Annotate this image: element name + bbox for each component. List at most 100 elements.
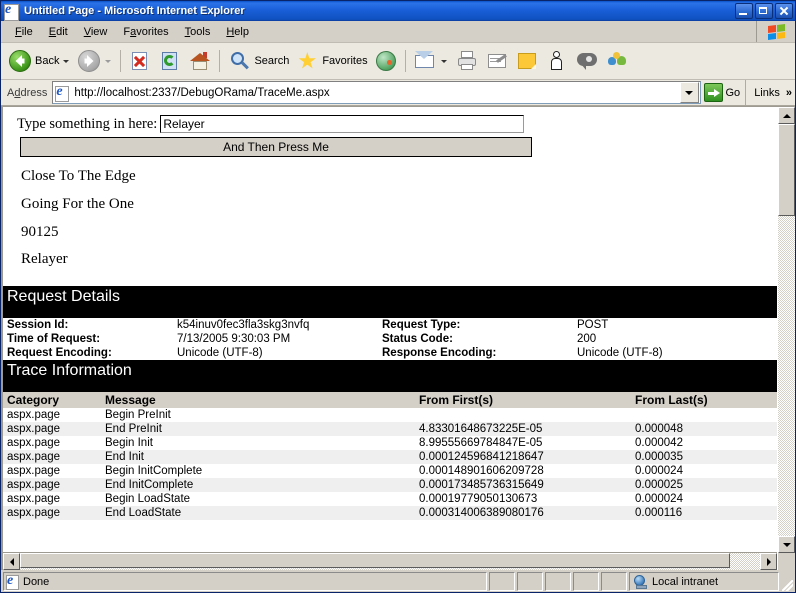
table-row: aspx.page Begin PreInit: [3, 408, 777, 422]
horizontal-scroll-thumb: [20, 553, 730, 568]
menu-items: File Edit View Favorites Tools Help: [1, 24, 756, 40]
menu-help-rest: elp: [234, 26, 249, 38]
table-row: aspx.page End PreInit 4.83301648673225E-…: [3, 422, 777, 436]
detail-value: k54inuv0fec3fla3skg3nvfq: [177, 318, 382, 332]
cell-from-first: 0.000148901606209728: [415, 464, 631, 478]
cell-category: aspx.page: [3, 436, 101, 450]
status-pane-4: [573, 572, 599, 591]
menu-item-favorites[interactable]: Favorites: [115, 24, 176, 40]
links-button[interactable]: Links »: [745, 80, 795, 105]
cell-message: Begin InitComplete: [101, 464, 415, 478]
cell-category: aspx.page: [3, 464, 101, 478]
cell-message: Begin Init: [101, 436, 415, 450]
window-controls: [735, 3, 793, 19]
vertical-scrollbar[interactable]: [777, 107, 795, 570]
detail-key: Request Type:: [382, 318, 577, 332]
vertical-scroll-thumb: [778, 124, 795, 216]
go-button[interactable]: Go: [701, 82, 746, 104]
address-dropdown-button[interactable]: [680, 82, 699, 103]
detail-key: Request Encoding:: [3, 346, 177, 360]
menu-file-rest: ile: [22, 26, 33, 38]
detail-value: 200: [577, 332, 777, 346]
search-button[interactable]: Search: [224, 45, 292, 77]
toolbar: Back: [1, 43, 795, 80]
request-details-table: Session Id: k54inuv0fec3fla3skg3nvfq Req…: [3, 318, 777, 360]
table-row: aspx.page End InitComplete 0.00017348573…: [3, 478, 777, 492]
close-button[interactable]: [775, 3, 793, 19]
status-pane-1: [489, 572, 515, 591]
favorites-star-icon: [295, 49, 319, 73]
cell-category: aspx.page: [3, 492, 101, 506]
vertical-scroll-track[interactable]: [778, 124, 795, 536]
notes-button[interactable]: [512, 45, 542, 77]
forward-icon: [77, 49, 101, 73]
back-button[interactable]: Back: [5, 45, 74, 77]
address-input[interactable]: http://localhost:2337/DebugORama/TraceMe…: [52, 81, 700, 104]
menu-bar: File Edit View Favorites Tools Help: [1, 21, 795, 43]
submit-button[interactable]: And Then Press Me: [20, 137, 532, 157]
links-overflow-icon[interactable]: »: [786, 87, 792, 99]
cell-category: aspx.page: [3, 506, 101, 520]
content-area: Type something in here: And Then Press M…: [1, 106, 795, 570]
menu-item-view[interactable]: View: [76, 24, 116, 40]
trace-information-heading: Trace Information: [3, 360, 777, 392]
cell-from-first: 0.000314006389080176: [415, 506, 631, 520]
home-icon: [188, 49, 212, 73]
request-details-heading: Request Details: [3, 286, 777, 318]
resize-grip[interactable]: [779, 572, 795, 592]
back-dropdown-icon[interactable]: [63, 60, 69, 63]
status-pane-3: [545, 572, 571, 591]
table-row: Time of Request: 7/13/2005 9:30:03 PM St…: [3, 332, 777, 346]
media-button[interactable]: [371, 45, 401, 77]
ie-document-icon-address: [55, 85, 71, 101]
menu-tools-rest: ools: [190, 26, 210, 38]
groups-button[interactable]: [602, 45, 632, 77]
menu-item-file[interactable]: File: [7, 24, 41, 40]
security-zone-text: Local intranet: [652, 576, 718, 588]
column-header-from-first: From First(s): [415, 392, 631, 408]
media-icon: [374, 49, 398, 73]
forward-dropdown-icon[interactable]: [105, 60, 111, 63]
detail-value: Unicode (UTF-8): [577, 346, 777, 360]
security-zone-pane[interactable]: Local intranet: [629, 572, 779, 591]
column-header-message: Message: [101, 392, 415, 408]
text-input[interactable]: [160, 115, 524, 133]
mail-button[interactable]: [410, 45, 452, 77]
refresh-button[interactable]: [155, 45, 185, 77]
scroll-left-button[interactable]: [3, 553, 20, 570]
scroll-down-button[interactable]: [778, 536, 795, 553]
menu-item-help[interactable]: Help: [218, 24, 257, 40]
print-button[interactable]: [452, 45, 482, 77]
horizontal-scroll-track[interactable]: [20, 553, 760, 570]
forward-button[interactable]: [74, 45, 116, 77]
menu-item-edit[interactable]: Edit: [41, 24, 76, 40]
local-intranet-globe-icon: [633, 574, 648, 589]
title-bar: Untitled Page - Microsoft Internet Explo…: [1, 1, 795, 21]
favorites-label: Favorites: [322, 55, 367, 67]
detail-key: Response Encoding:: [382, 346, 577, 360]
detail-value: POST: [577, 318, 777, 332]
scroll-right-button[interactable]: [760, 553, 777, 570]
minimize-button[interactable]: [735, 3, 753, 19]
mail-dropdown-icon[interactable]: [441, 60, 447, 63]
cell-message: Begin LoadState: [101, 492, 415, 506]
cell-from-last: 0.000024: [631, 492, 777, 506]
detail-key: Time of Request:: [3, 332, 177, 346]
horizontal-scrollbar[interactable]: [3, 552, 777, 570]
scrollbar-corner: [778, 553, 795, 570]
edit-button[interactable]: [482, 45, 512, 77]
messenger-button[interactable]: [542, 45, 572, 77]
maximize-button[interactable]: [755, 3, 773, 19]
discuss-icon: [575, 49, 599, 73]
menu-item-tools[interactable]: Tools: [177, 24, 219, 40]
output-line: Relayer: [17, 246, 777, 274]
discuss-button[interactable]: [572, 45, 602, 77]
home-button[interactable]: [185, 45, 215, 77]
favorites-button[interactable]: Favorites: [292, 45, 370, 77]
cell-from-last: 0.000035: [631, 450, 777, 464]
print-icon: [455, 49, 479, 73]
stop-button[interactable]: [125, 45, 155, 77]
cell-message: End PreInit: [101, 422, 415, 436]
back-icon: [8, 49, 32, 73]
scroll-up-button[interactable]: [778, 107, 795, 124]
